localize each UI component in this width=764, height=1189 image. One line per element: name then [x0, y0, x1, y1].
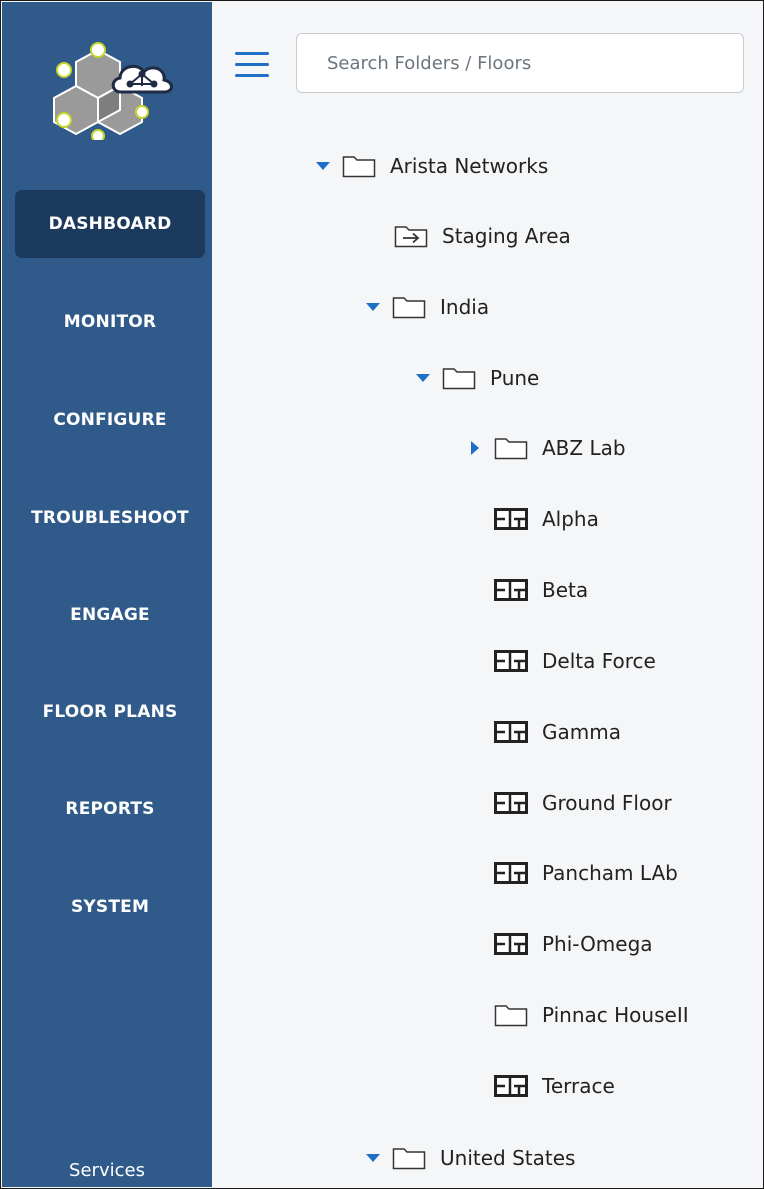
floor-plan-icon [494, 579, 528, 601]
tree-label[interactable]: Gamma [542, 720, 621, 744]
nav-reports[interactable]: REPORTS [15, 775, 205, 843]
tree-label[interactable]: Pancham LAb [542, 861, 678, 885]
tree-label[interactable]: Pune [490, 366, 539, 390]
floor-plan-icon [494, 650, 528, 672]
tree-row: Delta Force [494, 643, 656, 679]
hamburger-menu-icon[interactable] [235, 52, 269, 80]
tree-row: Beta [494, 572, 588, 608]
tree-label[interactable]: India [440, 295, 489, 319]
tree-label[interactable]: Delta Force [542, 649, 656, 673]
tree-row: Pune [416, 360, 539, 396]
nav-dashboard[interactable]: DASHBOARD [15, 190, 205, 258]
floor-plan-icon [494, 721, 528, 743]
search-input[interactable] [296, 33, 744, 93]
tree-label[interactable]: United States [440, 1146, 575, 1170]
floor-plan-icon [494, 792, 528, 814]
folder-icon [442, 368, 476, 390]
folder-icon [494, 438, 528, 460]
nav-system[interactable]: SYSTEM [15, 873, 205, 941]
collapsed-caret-icon[interactable] [468, 430, 482, 466]
folder-icon [392, 297, 426, 319]
tree-row: Gamma [494, 714, 621, 750]
tree-row: Pancham LAb [494, 855, 678, 891]
tree-label[interactable]: Beta [542, 578, 588, 602]
tree-label[interactable]: Phi-Omega [542, 932, 653, 956]
tree-label[interactable]: Alpha [542, 507, 599, 531]
nav-configure[interactable]: CONFIGURE [15, 386, 205, 454]
tree-row: Phi-Omega [494, 926, 653, 962]
tree-label[interactable]: Terrace [542, 1074, 615, 1098]
nav-engage[interactable]: ENGAGE [15, 581, 205, 649]
floor-plan-icon [494, 933, 528, 955]
expand-caret-icon[interactable] [316, 148, 330, 184]
tree-label[interactable]: Staging Area [442, 224, 571, 248]
nav-floor-plans[interactable]: FLOOR PLANS [15, 678, 205, 746]
tree-row: Ground Floor [494, 785, 672, 821]
sidebar: DASHBOARD MONITOR CONFIGURE TROUBLESHOOT… [2, 2, 212, 1187]
tree-row: ABZ Lab [468, 430, 626, 466]
tree-row: India [366, 289, 489, 325]
tree-label[interactable]: Arista Networks [390, 154, 548, 178]
tree-label[interactable]: ABZ Lab [542, 436, 626, 460]
tree-row: Pinnac HouseII [494, 997, 689, 1033]
tree-row: United States [366, 1140, 575, 1176]
floor-plan-icon [494, 508, 528, 530]
folder-icon [494, 1005, 528, 1027]
nav-troubleshoot[interactable]: TROUBLESHOOT [15, 484, 205, 552]
folder-icon [342, 156, 376, 178]
tree-label[interactable]: Ground Floor [542, 791, 672, 815]
staging-folder-icon [394, 226, 428, 248]
cloud-network-logo [53, 42, 173, 140]
tree-row: Alpha [494, 501, 599, 537]
tree-row: Terrace [494, 1068, 615, 1104]
tree-row: Arista Networks [316, 148, 548, 184]
expand-caret-icon[interactable] [416, 360, 430, 396]
expand-caret-icon[interactable] [366, 1140, 380, 1176]
floor-plan-icon [494, 862, 528, 884]
nav-monitor[interactable]: MONITOR [15, 288, 205, 356]
services-link[interactable]: Services [2, 1160, 212, 1181]
tree-label[interactable]: Pinnac HouseII [542, 1003, 689, 1027]
expand-caret-icon[interactable] [366, 289, 380, 325]
tree-row: Staging Area [394, 218, 571, 254]
floor-plan-icon [494, 1075, 528, 1097]
folder-icon [392, 1148, 426, 1170]
